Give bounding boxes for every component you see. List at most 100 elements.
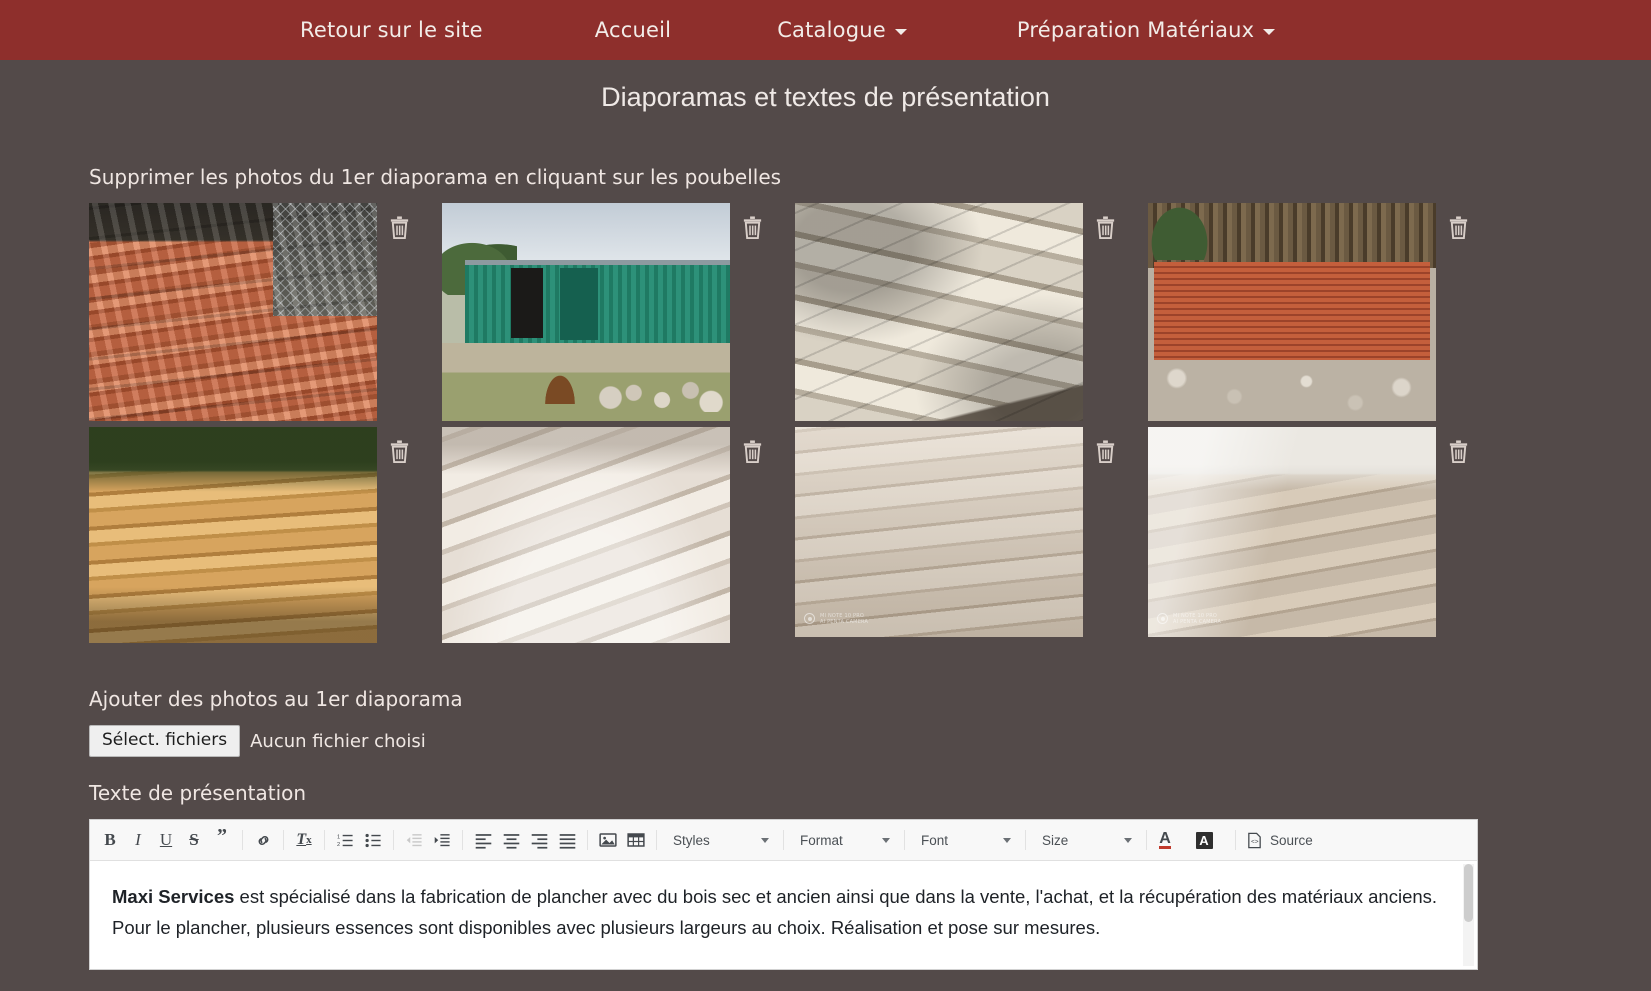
file-status-text: Aucun fichier choisi bbox=[250, 730, 426, 752]
nav-item-preparation-materiaux[interactable]: Préparation Matériaux bbox=[1017, 18, 1276, 42]
photo-thumbnail[interactable]: MI NOTE 10 PRO AI PENTA CAMERA bbox=[795, 427, 1083, 637]
trash-icon[interactable] bbox=[741, 438, 764, 464]
toolbar-separator bbox=[1235, 830, 1236, 850]
text-color-label: A bbox=[1159, 830, 1171, 849]
editor-content-area[interactable]: Maxi Services est spécialisé dans la fab… bbox=[90, 861, 1477, 969]
nav-item-label: Retour sur le site bbox=[300, 18, 483, 42]
photo-cell bbox=[89, 427, 442, 643]
font-dropdown-label: Font bbox=[921, 832, 949, 848]
toolbar-separator bbox=[324, 830, 325, 850]
nav-item-label: Catalogue bbox=[777, 18, 886, 42]
toolbar-separator bbox=[242, 830, 243, 850]
trash-icon[interactable] bbox=[1447, 214, 1470, 240]
bulleted-list-icon[interactable] bbox=[360, 827, 386, 853]
editor-lead-text: Maxi Services bbox=[112, 886, 235, 907]
photo-image bbox=[1148, 427, 1436, 637]
select-files-button[interactable]: Sélect. fichiers bbox=[89, 725, 241, 757]
image-icon[interactable] bbox=[595, 827, 621, 853]
background-color-dropdown-arrow[interactable] bbox=[1217, 827, 1230, 853]
photo-image bbox=[442, 427, 730, 643]
main-content: Supprimer les photos du 1er diaporama en… bbox=[0, 165, 1651, 970]
trash-icon[interactable] bbox=[1094, 214, 1117, 240]
photo-cell bbox=[1148, 203, 1501, 421]
source-button-label: Source bbox=[1270, 832, 1313, 848]
styles-dropdown[interactable]: Styles bbox=[665, 827, 775, 853]
add-photos-label: Ajouter des photos au 1er diaporama bbox=[89, 687, 463, 711]
trash-icon[interactable] bbox=[1094, 438, 1117, 464]
photo-thumbnail[interactable] bbox=[442, 427, 730, 643]
nav-item-accueil[interactable]: Accueil bbox=[595, 18, 671, 42]
link-icon[interactable] bbox=[250, 827, 276, 853]
text-color-icon[interactable]: A bbox=[1154, 827, 1176, 853]
background-color-label: A bbox=[1195, 831, 1213, 849]
toolbar-separator bbox=[656, 830, 657, 850]
format-dropdown[interactable]: Format bbox=[792, 827, 896, 853]
toolbar-separator bbox=[462, 830, 463, 850]
format-dropdown-label: Format bbox=[800, 832, 843, 848]
photo-thumbnail[interactable] bbox=[1148, 203, 1436, 421]
rich-text-editor: B I U S ” Tx 1 2 Styles Format Font Size… bbox=[89, 819, 1478, 970]
photo-thumbnail[interactable] bbox=[89, 427, 377, 643]
photo-thumbnail[interactable]: MI NOTE 10 PRO AI PENTA CAMERA bbox=[1148, 427, 1436, 637]
indent-icon[interactable] bbox=[429, 827, 455, 853]
size-dropdown[interactable]: Size bbox=[1034, 827, 1138, 853]
toolbar-separator bbox=[783, 830, 784, 850]
outdent-icon bbox=[401, 827, 427, 853]
editor-scrollbar[interactable] bbox=[1463, 864, 1474, 966]
nav-item-retour-sur-le-site[interactable]: Retour sur le site bbox=[300, 18, 483, 42]
chevron-down-icon bbox=[1124, 837, 1132, 843]
photo-thumbnail[interactable] bbox=[89, 203, 377, 421]
nav-item-catalogue[interactable]: Catalogue bbox=[777, 18, 907, 42]
trash-icon[interactable] bbox=[388, 214, 411, 240]
text-color-dropdown-arrow[interactable] bbox=[1178, 827, 1191, 853]
chevron-down-icon bbox=[882, 837, 890, 843]
photo-image bbox=[795, 203, 1083, 421]
top-navigation-bar: Retour sur le site Accueil Catalogue Pré… bbox=[0, 0, 1651, 60]
toolbar-separator bbox=[393, 830, 394, 850]
trash-icon[interactable] bbox=[741, 214, 764, 240]
background-color-icon[interactable]: A bbox=[1193, 827, 1215, 853]
photo-cell bbox=[795, 203, 1148, 421]
font-dropdown[interactable]: Font bbox=[913, 827, 1017, 853]
toolbar-separator bbox=[904, 830, 905, 850]
photo-cell: MI NOTE 10 PRO AI PENTA CAMERA bbox=[1148, 427, 1501, 643]
photo-cell bbox=[442, 203, 795, 421]
photo-cell bbox=[442, 427, 795, 643]
align-right-icon[interactable] bbox=[526, 827, 552, 853]
toolbar-separator bbox=[1025, 830, 1026, 850]
photo-cell bbox=[89, 203, 442, 421]
blockquote-icon[interactable]: ” bbox=[209, 826, 235, 853]
trash-icon[interactable] bbox=[388, 438, 411, 464]
photo-image bbox=[89, 427, 377, 643]
styles-dropdown-label: Styles bbox=[673, 832, 710, 848]
bold-icon[interactable]: B bbox=[97, 827, 123, 853]
align-center-icon[interactable] bbox=[498, 827, 524, 853]
underline-icon[interactable]: U bbox=[153, 827, 179, 853]
strikethrough-icon[interactable]: S bbox=[181, 827, 207, 853]
presentation-text-label: Texte de présentation bbox=[89, 781, 307, 805]
nav-item-label: Accueil bbox=[594, 18, 672, 42]
remove-format-icon[interactable]: Tx bbox=[291, 827, 317, 853]
chevron-down-icon bbox=[761, 837, 769, 843]
align-left-icon[interactable] bbox=[470, 827, 496, 853]
toolbar-separator bbox=[1146, 830, 1147, 850]
photo-thumbnail[interactable] bbox=[795, 203, 1083, 421]
toolbar-separator bbox=[587, 830, 588, 850]
photo-cell: MI NOTE 10 PRO AI PENTA CAMERA bbox=[795, 427, 1148, 643]
source-code-icon: <> bbox=[1248, 832, 1261, 848]
photo-image bbox=[1148, 203, 1436, 421]
photo-image bbox=[89, 203, 377, 421]
italic-icon[interactable]: I bbox=[125, 827, 151, 853]
numbered-list-icon[interactable]: 1 2 bbox=[332, 827, 358, 853]
toolbar-separator bbox=[283, 830, 284, 850]
size-dropdown-label: Size bbox=[1042, 832, 1069, 848]
chevron-down-icon bbox=[1263, 29, 1276, 35]
trash-icon[interactable] bbox=[1447, 438, 1470, 464]
svg-text:2: 2 bbox=[337, 842, 340, 848]
justify-icon[interactable] bbox=[554, 827, 580, 853]
photo-thumbnail[interactable] bbox=[442, 203, 730, 421]
editor-scrollbar-thumb[interactable] bbox=[1464, 864, 1473, 922]
source-button[interactable]: <> Source bbox=[1240, 827, 1319, 853]
photo-grid: MI NOTE 10 PRO AI PENTA CAMERA MI NOTE 1… bbox=[89, 203, 1562, 649]
table-icon[interactable] bbox=[623, 827, 649, 853]
